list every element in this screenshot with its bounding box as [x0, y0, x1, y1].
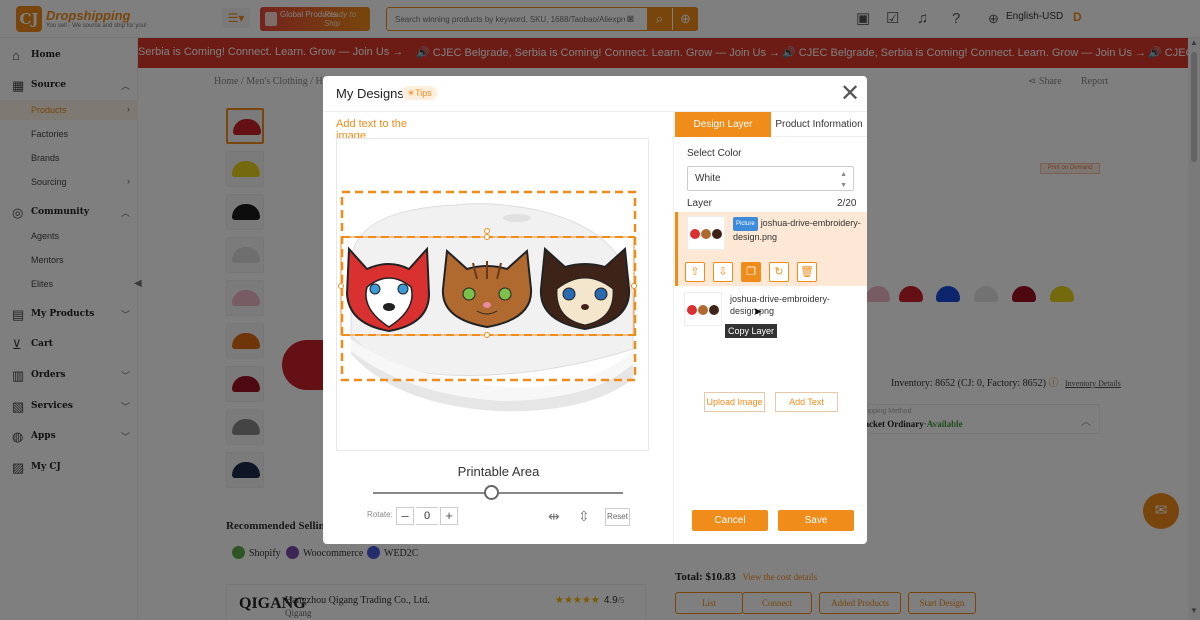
add-text-button[interactable]: Add Text [775, 392, 838, 412]
close-icon[interactable]: ✕ [840, 81, 860, 107]
color-select[interactable]: White ▲ ▼ [687, 166, 854, 191]
layer-item-selected[interactable]: Picture joshua-drive-embroidery-design.pn… [675, 212, 867, 286]
delete-icon[interactable]: 🗑 [797, 262, 817, 282]
color-select-value: White [695, 173, 721, 184]
tab-design-layer[interactable]: Design Layer [675, 112, 771, 137]
cancel-button[interactable]: Cancel [692, 510, 768, 531]
reset-button[interactable]: Reset [605, 508, 630, 526]
layer-label: Layer [687, 198, 713, 209]
modal-title: My Designs [336, 86, 404, 101]
copy-layer-icon[interactable]: ❐ [741, 262, 761, 282]
rotate-label: Rotate: [367, 510, 393, 519]
layer-item[interactable]: joshua-drive-embroidery-design.png [675, 288, 867, 328]
my-designs-modal: My Designs ☀Tips ✕ Add text to the image [323, 76, 867, 544]
layer-count: 2/20 [837, 198, 857, 209]
align-horizontal-center-icon[interactable]: ⇹ [548, 508, 560, 525]
move-down-icon[interactable]: ⇩ [713, 262, 733, 282]
layer-name: joshua-drive-embroidery-design.png [730, 294, 831, 316]
rotate-value[interactable]: 0 [416, 507, 438, 525]
upload-image-button[interactable]: Upload Image [704, 392, 765, 412]
align-vertical-center-icon[interactable]: ⇳ [578, 508, 590, 525]
layer-preview [687, 305, 719, 315]
mouse-cursor-icon: ➤ [753, 306, 763, 318]
move-up-icon[interactable]: ⇧ [685, 262, 705, 282]
picture-badge: Picture [733, 217, 758, 231]
copy-layer-tooltip: Copy Layer [725, 324, 778, 338]
select-arrows-icon: ▲ ▼ [840, 171, 847, 189]
layer-panel: Design Layer Product Information Select … [675, 112, 867, 544]
design-canvas-pane: Add text to the image Printable Area Rot… [323, 112, 674, 544]
design-canvas[interactable] [336, 138, 649, 451]
cap-preview [338, 190, 637, 412]
minus-icon[interactable]: – [396, 507, 414, 525]
modal-header: My Designs ☀Tips ✕ [323, 76, 867, 112]
save-button[interactable]: Save [778, 510, 854, 531]
layer-name: Picture joshua-drive-embroidery-design.pn… [733, 217, 861, 242]
layer-thumbnail [687, 216, 725, 250]
tips-badge[interactable]: ☀Tips [402, 86, 437, 100]
lightbulb-icon: ☀ [407, 88, 416, 98]
tab-product-information[interactable]: Product Information [771, 112, 867, 137]
scale-slider-handle[interactable] [484, 485, 499, 500]
select-color-label: Select Color [687, 148, 742, 159]
layer-preview [690, 229, 722, 239]
plus-icon[interactable]: + [440, 507, 458, 525]
layer-thumbnail [684, 292, 722, 326]
printable-area-label: Printable Area [457, 464, 540, 479]
replace-icon[interactable]: ↻ [769, 262, 789, 282]
